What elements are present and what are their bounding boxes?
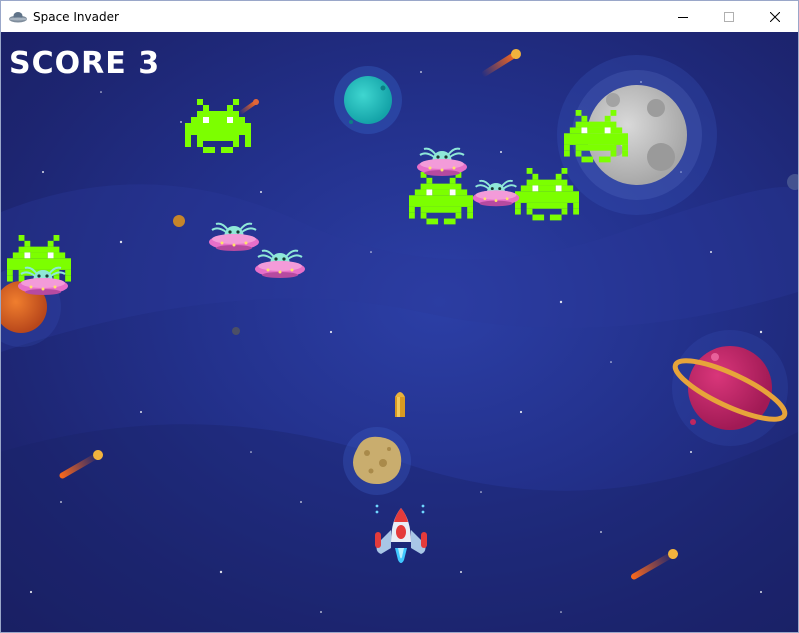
ufo-app-icon	[9, 11, 27, 22]
bullet	[395, 392, 405, 417]
maximize-button[interactable]	[706, 1, 752, 32]
minimize-icon	[678, 16, 688, 18]
comet-top	[481, 49, 521, 77]
score-value: 3	[138, 46, 161, 81]
minimize-button[interactable]	[660, 1, 706, 32]
ufo-enemy	[18, 266, 68, 295]
app-window: Space Invader SCORE 3	[0, 0, 799, 633]
window-controls	[660, 1, 798, 32]
title-bar[interactable]: Space Invader	[1, 1, 798, 32]
green-invader	[564, 110, 628, 163]
close-button[interactable]	[752, 1, 798, 32]
ufo-enemy	[472, 179, 520, 207]
score-display: SCORE 3	[9, 46, 160, 81]
maximize-icon	[724, 11, 734, 22]
green-invader	[515, 168, 579, 221]
asteroid	[343, 427, 411, 495]
player-spaceship[interactable]	[371, 502, 431, 568]
game-canvas[interactable]: SCORE 3	[1, 32, 798, 632]
green-invader	[185, 99, 251, 153]
ufo-enemy	[255, 249, 305, 278]
close-icon	[770, 11, 780, 22]
ufo-enemy	[417, 147, 467, 176]
score-label: SCORE	[9, 46, 127, 81]
window-title: Space Invader	[33, 9, 119, 24]
